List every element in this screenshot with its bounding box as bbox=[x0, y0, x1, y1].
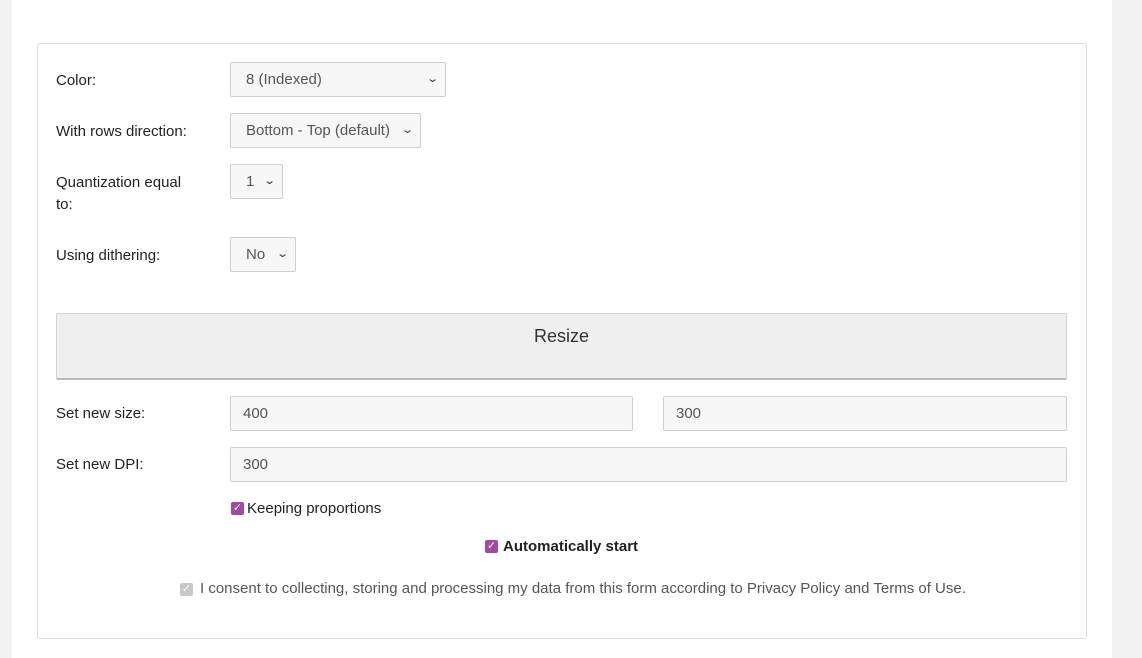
auto-start-checkbox[interactable]: ✓ bbox=[485, 540, 498, 553]
chevron-down-icon: ⌄ bbox=[400, 124, 414, 136]
quantization-label-line2: to: bbox=[56, 196, 73, 213]
dithering-select[interactable]: No ⌄ bbox=[230, 237, 296, 272]
checkmark-icon: ✓ bbox=[181, 583, 192, 595]
quantization-label: Quantization equal to: bbox=[56, 172, 181, 216]
checkmark-icon: ✓ bbox=[486, 540, 497, 552]
new-size-label: Set new size: bbox=[56, 405, 146, 422]
dithering-label: Using dithering: bbox=[56, 247, 161, 264]
keep-proportions-label[interactable]: Keeping proportions bbox=[247, 499, 381, 519]
chevron-down-icon: ⌄ bbox=[275, 248, 289, 260]
keep-proportions-checkbox[interactable]: ✓ bbox=[231, 502, 244, 515]
checkmark-icon: ✓ bbox=[232, 502, 243, 514]
rows-direction-label: With rows direction: bbox=[56, 123, 187, 140]
color-select-value: 8 (Indexed) bbox=[246, 71, 322, 88]
consent-text: I consent to collecting, storing and pro… bbox=[200, 580, 966, 597]
page: Color: 8 (Indexed) ⌄ With rows direction… bbox=[12, 0, 1112, 658]
height-input[interactable]: 300 bbox=[663, 396, 1067, 431]
dithering-select-value: No bbox=[246, 246, 266, 263]
dpi-input[interactable]: 300 bbox=[230, 447, 1067, 482]
rows-direction-select[interactable]: Bottom - Top (default) ⌄ bbox=[230, 113, 421, 148]
chevron-down-icon: ⌄ bbox=[262, 175, 276, 187]
quantization-select-value: 1 bbox=[246, 173, 255, 190]
color-select[interactable]: 8 (Indexed) ⌄ bbox=[230, 62, 446, 97]
consent-checkbox[interactable]: ✓ bbox=[180, 583, 193, 596]
quantization-label-line1: Quantization equal bbox=[56, 174, 182, 191]
rows-direction-select-value: Bottom - Top (default) bbox=[246, 122, 390, 139]
color-label: Color: bbox=[56, 72, 97, 89]
auto-start-label[interactable]: Automatically start bbox=[503, 537, 638, 557]
quantization-select[interactable]: 1 ⌄ bbox=[230, 164, 283, 199]
resize-form: Color: 8 (Indexed) ⌄ With rows direction… bbox=[37, 43, 1087, 639]
chevron-down-icon: ⌄ bbox=[425, 73, 439, 85]
resize-button[interactable]: Resize bbox=[56, 313, 1067, 380]
new-dpi-label: Set new DPI: bbox=[56, 456, 144, 473]
width-input[interactable]: 400 bbox=[230, 396, 633, 431]
